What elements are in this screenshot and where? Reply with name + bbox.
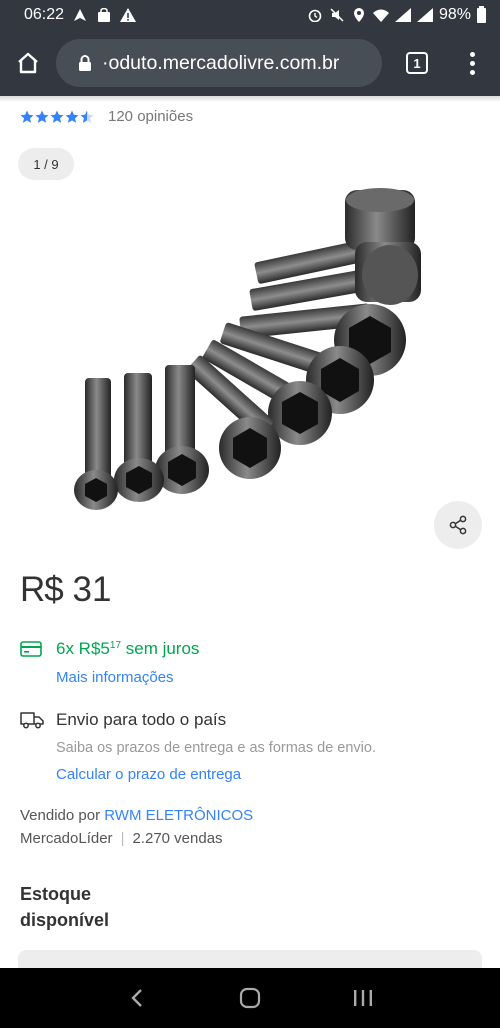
credit-card-icon (20, 641, 42, 657)
location-icon (353, 8, 364, 22)
back-icon (130, 989, 142, 1007)
more-info-link[interactable]: Mais informações (56, 669, 174, 686)
tab-count: 1 (406, 52, 428, 74)
truck-icon (20, 712, 44, 729)
separator: | (120, 830, 125, 847)
stock-label: Estoque disponível (20, 884, 110, 930)
status-bar: 06:22 98% (0, 0, 500, 30)
nav-recents-button[interactable] (343, 978, 383, 1018)
share-icon (449, 515, 467, 535)
shipping-row: Envio para todo o país (20, 710, 226, 730)
recents-icon (354, 990, 373, 1006)
url-text: ·oduto.mercadolivre.com.br (102, 51, 340, 74)
more-vert-icon (469, 51, 475, 75)
battery-percent: 98% (438, 6, 471, 23)
installments-suffix: sem juros (121, 639, 200, 658)
signal-icon (394, 8, 411, 22)
page-content: 120 opiniões 1 / 9 R$ 31 6x R$517 sem ju… (0, 96, 500, 968)
image-counter: 1 / 9 (18, 148, 74, 180)
home-button[interactable] (0, 30, 56, 96)
price-currency: R$ (20, 570, 64, 609)
nav-back-button[interactable] (117, 978, 157, 1018)
calculate-shipping-link[interactable]: Calcular o prazo de entrega (56, 766, 241, 783)
toolbar-shadow (0, 96, 500, 102)
seller-badge: MercadoLíder (20, 830, 113, 847)
seller-prefix: Vendido por (20, 807, 101, 824)
signal-lte-icon (416, 8, 433, 22)
quantity-selector[interactable] (18, 950, 482, 968)
installments-cents: 17 (109, 640, 122, 651)
warning-icon (120, 8, 137, 22)
socket-2 (114, 373, 164, 502)
nav-home-button[interactable] (230, 978, 270, 1018)
seller-name-link[interactable]: RWM ELETRÔNICOS (104, 807, 253, 824)
home-icon (18, 52, 38, 74)
installments-integer: 5 (100, 639, 110, 658)
installments-prefix: 6x R$ (56, 639, 101, 658)
system-nav-bar (0, 968, 500, 1028)
price: R$ 31 (20, 570, 111, 610)
seller-row: Vendido por RWM ELETRÔNICOS (20, 807, 253, 824)
socket-1 (74, 378, 118, 510)
address-bar[interactable]: ·oduto.mercadolivre.com.br (56, 39, 382, 87)
battery-icon (477, 5, 486, 23)
alarm-icon (308, 9, 322, 22)
seller-sales: 2.270 vendas (132, 830, 223, 847)
installments-row: 6x R$517 sem juros (20, 639, 199, 659)
shipping-subtitle: Saiba os prazos de entrega e as formas d… (56, 740, 376, 756)
seller-meta: MercadoLíder | 2.270 vendas (20, 830, 223, 847)
reviews-count: 120 opiniões (108, 108, 194, 125)
lock-icon (79, 55, 91, 71)
home-circle-icon (239, 987, 261, 1009)
rating-row[interactable]: 120 opiniões (20, 108, 193, 125)
rating-stars-icon (20, 110, 94, 123)
clock: 06:22 (24, 6, 65, 23)
shopping-bag-icon (98, 8, 111, 22)
installments-text: 6x R$517 sem juros (56, 639, 199, 659)
navigation-icon (74, 9, 87, 21)
product-image[interactable] (60, 180, 440, 510)
browser-menu-button[interactable] (452, 30, 492, 96)
price-value: 31 (72, 570, 112, 609)
tabs-button[interactable]: 1 (392, 30, 442, 96)
share-button[interactable] (434, 501, 482, 549)
mute-icon (330, 8, 344, 22)
wifi-icon (372, 9, 389, 22)
browser-toolbar: ·oduto.mercadolivre.com.br 1 (0, 30, 500, 96)
shipping-title: Envio para todo o país (56, 710, 227, 729)
